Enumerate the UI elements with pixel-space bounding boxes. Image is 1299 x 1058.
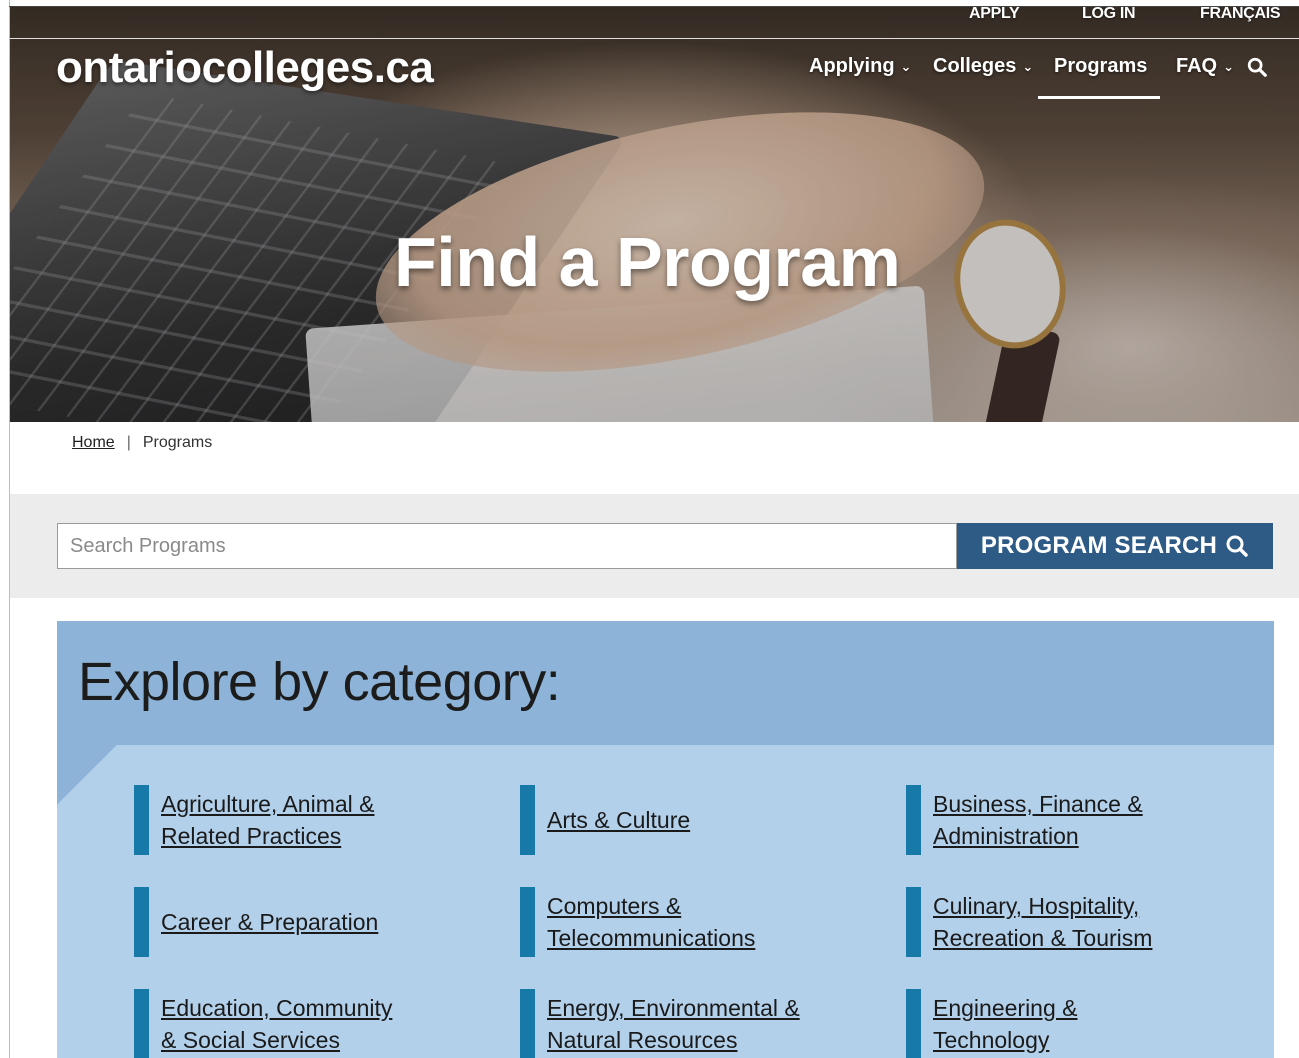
category-link-line: Related Practices <box>161 823 342 849</box>
breadcrumb: Home | Programs <box>72 434 212 452</box>
nav-item-label: Applying <box>809 55 895 77</box>
category-link-line: Business, Finance & <box>933 791 1143 817</box>
category-item-career[interactable]: Career & Preparation <box>134 887 481 957</box>
active-nav-indicator <box>1038 96 1160 99</box>
program-search-input[interactable] <box>57 523 957 569</box>
category-item-culinary[interactable]: Culinary, Hospitality, Recreation & Touri… <box>906 887 1253 957</box>
search-icon <box>1226 535 1248 557</box>
category-link[interactable]: Engineering & Technology <box>933 992 1253 1056</box>
utility-bar-divider <box>10 38 1299 39</box>
category-accent-bar <box>520 785 535 855</box>
category-link-line: Culinary, Hospitality, <box>933 893 1140 919</box>
nav-item-label: Programs <box>1054 55 1148 77</box>
category-link-line: Education, Community <box>161 995 393 1021</box>
category-item-arts[interactable]: Arts & Culture <box>520 785 867 855</box>
apply-link[interactable]: APPLY <box>969 7 1020 23</box>
category-accent-bar <box>520 887 535 957</box>
breadcrumb-current: Programs <box>142 434 213 451</box>
category-link-line: Telecommunications <box>547 925 756 951</box>
category-link-line: Administration <box>933 823 1079 849</box>
site-logo[interactable]: ontariocolleges.ca <box>56 43 434 93</box>
category-link-line: Natural Resources <box>547 1027 738 1053</box>
nav-item-programs[interactable]: Programs <box>1054 55 1147 78</box>
category-link-line: Energy, Environmental & <box>547 995 800 1021</box>
category-link-line: Arts & Culture <box>547 807 691 833</box>
category-item-computers[interactable]: Computers & Telecommunications <box>520 887 867 957</box>
nav-item-label: Colleges <box>933 55 1017 77</box>
category-item-engineering[interactable]: Engineering & Technology <box>906 989 1253 1058</box>
category-accent-bar <box>906 785 921 855</box>
category-accent-bar <box>520 989 535 1058</box>
francais-link[interactable]: FRANÇAIS <box>1200 7 1281 23</box>
breadcrumb-home-link[interactable]: Home <box>72 434 115 452</box>
category-accent-bar <box>134 989 149 1058</box>
category-accent-bar <box>906 989 921 1058</box>
category-panel-wedge <box>57 745 117 805</box>
chevron-down-icon: ⌄ <box>900 58 912 74</box>
category-link[interactable]: Agriculture, Animal & Related Practices <box>161 788 481 852</box>
category-link-line: Career & Preparation <box>161 909 379 935</box>
login-link[interactable]: LOG IN <box>1082 7 1136 23</box>
search-icon[interactable] <box>1246 56 1268 78</box>
category-link[interactable]: Energy, Environmental & Natural Resources <box>547 992 867 1056</box>
category-link[interactable]: Computers & Telecommunications <box>547 890 867 954</box>
category-link[interactable]: Career & Preparation <box>161 906 481 938</box>
category-link-line: Computers & <box>547 893 682 919</box>
category-link[interactable]: Culinary, Hospitality, Recreation & Touri… <box>933 890 1253 954</box>
page-frame-top <box>9 6 1299 7</box>
nav-item-applying[interactable]: Applying ⌄ <box>809 55 911 78</box>
explore-category-panel: Explore by category: Agriculture, Animal… <box>57 621 1274 1058</box>
breadcrumb-separator: | <box>126 434 131 451</box>
category-link[interactable]: Arts & Culture <box>547 804 867 836</box>
category-panel-title: Explore by category: <box>78 652 561 712</box>
category-accent-bar <box>906 887 921 957</box>
category-accent-bar <box>134 785 149 855</box>
category-accent-bar <box>134 887 149 957</box>
program-search-button[interactable]: PROGRAM SEARCH <box>957 523 1273 569</box>
nav-item-faq[interactable]: FAQ ⌄ <box>1176 55 1234 78</box>
category-link-line: Engineering & <box>933 995 1078 1021</box>
category-link[interactable]: Education, Community & Social Services <box>161 992 481 1056</box>
nav-item-colleges[interactable]: Colleges ⌄ <box>933 55 1033 78</box>
chevron-down-icon: ⌄ <box>1223 58 1235 74</box>
category-item-education[interactable]: Education, Community & Social Services <box>134 989 481 1058</box>
category-link[interactable]: Business, Finance & Administration <box>933 788 1253 852</box>
page-title: Find a Program <box>394 223 901 301</box>
category-link-line: Recreation & Tourism <box>933 925 1153 951</box>
chevron-down-icon: ⌄ <box>1022 58 1034 74</box>
category-link-line: Agriculture, Animal & <box>161 791 375 817</box>
nav-item-label: FAQ <box>1176 55 1218 77</box>
category-link-line: Technology <box>933 1027 1050 1053</box>
category-link-line: & Social Services <box>161 1027 340 1053</box>
category-item-energy[interactable]: Energy, Environmental & Natural Resources <box>520 989 867 1058</box>
category-item-agriculture[interactable]: Agriculture, Animal & Related Practices <box>134 785 481 855</box>
hero-banner: APPLY LOG IN FRANÇAIS ontariocolleges.ca… <box>10 7 1299 422</box>
program-search-button-label: PROGRAM SEARCH <box>980 532 1218 559</box>
category-item-business[interactable]: Business, Finance & Administration <box>906 785 1253 855</box>
